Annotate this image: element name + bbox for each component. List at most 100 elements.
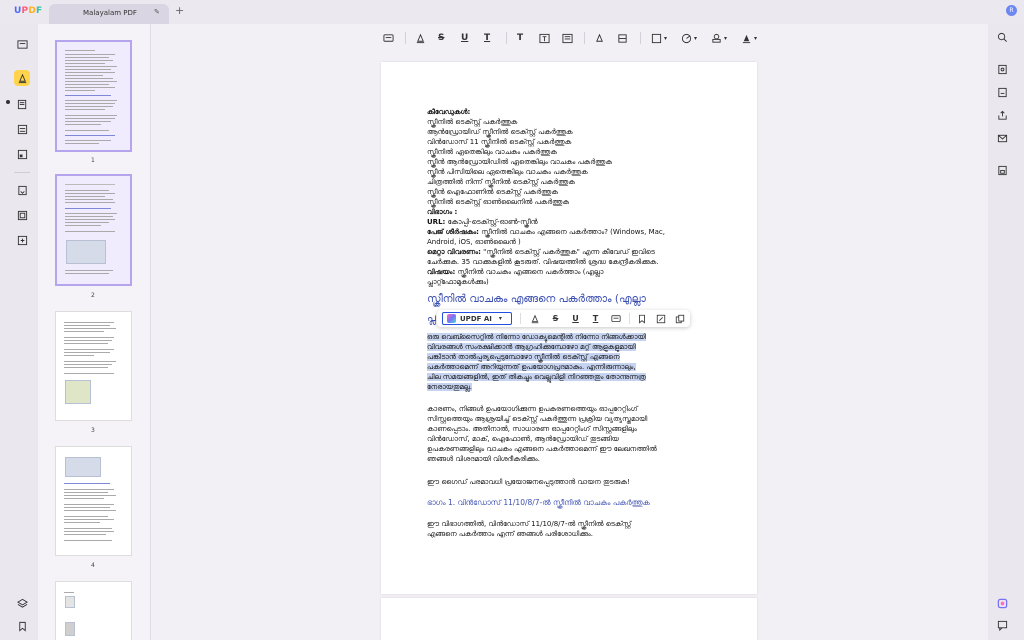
doc-line: വിൻഡോസ് 11 സ്ക്രീനിൽ ടെക്സ്റ്റ് പകർത്തുക [427,138,572,146]
doc-line: പേജ് ശീർഷകം: സ്ക്രീനിൽ വാചകം എങ്ങനെ പകർത… [427,228,665,236]
organize-pages-icon[interactable] [14,146,30,162]
text-callout-icon[interactable] [562,31,573,45]
pencil-icon[interactable] [594,31,605,45]
section-heading: സ്ക്രീനിൽ വാചകം എങ്ങനെ പകർത്താം (എല്ലാ [427,293,646,305]
search-icon[interactable] [995,30,1009,44]
ai-assistant-icon[interactable] [995,596,1009,610]
page-thumbnail[interactable] [55,311,132,421]
toolbar-divider [405,32,406,44]
selected-text-line[interactable]: ഒരു വെബ്സൈറ്റിൽ നിന്നോ ഡോക്യുമെന്റിൽ നിന… [427,332,646,342]
highlight-icon[interactable] [415,31,426,45]
section-subheading: ഭാഗം 1. വിൻഡോസ് 11/10/8/7-ൽ സ്ക്രീനിൽ വാ… [427,498,650,507]
link-icon[interactable] [655,313,666,324]
underline-icon[interactable]: U [570,313,581,324]
selected-text-line[interactable]: വിവരങ്ങൾ സംരക്ഷിക്കാൻ ആഗ്രഹിക്കുമ്പോഴോ മ… [427,342,636,352]
updf-ai-button[interactable]: UPDF AI ▾ [442,312,512,325]
doc-line: കീവേഡുകൾ: [427,108,471,116]
stamp-icon[interactable]: ▾ [711,31,727,45]
layers-icon[interactable] [14,595,30,611]
shape-icon[interactable]: ▾ [651,31,667,45]
left-tool-rail [0,24,38,640]
ai-button-label: UPDF AI [460,314,492,323]
page-thumbnail[interactable] [55,581,132,640]
doc-line: ഞങ്ങൾ വിശദമായി വിശദീകരിക്കും. [427,455,540,463]
compress-icon[interactable] [14,232,30,248]
text-icon[interactable]: T [517,31,523,45]
eraser-icon[interactable] [617,31,628,45]
doc-line: സ്ക്രീൻ ആൻഡ്രോയിഡിൽ ഏതെങ്കിലും വാചകം പകർ… [427,158,613,166]
selected-text-line[interactable]: പകർത്താമെന്ന് അറിയുന്നത് ഉപയോഗപ്രദമാകും.… [427,362,636,372]
bookmark-icon[interactable] [14,618,30,634]
mail-icon[interactable] [995,131,1009,145]
doc-line: ആൻഡ്രോയിഡ് സ്ക്രീനിൽ ടെക്സ്റ്റ് പകർത്തുക [427,128,573,136]
doc-line: ഉപകരണങ്ങളിലും വാചകം എങ്ങനെ പകർത്താമെന്ന്… [427,445,657,453]
selection-toolbar: UPDF AI ▾ S U T [437,310,690,327]
doc-line: സിസ്റ്റത്തെയും ആശ്രയിച്ച് ടെക്സ്റ്റ് പകർ… [427,415,648,423]
toolbar-divider [584,32,585,44]
comment-icon[interactable] [610,313,621,324]
chat-icon[interactable] [995,618,1009,632]
ocr-document-icon[interactable] [995,62,1009,76]
convert-icon[interactable] [14,182,30,198]
toolbar-divider [506,32,507,44]
doc-line: സ്ക്രീൻ പിസിയിലെ ഏതെങ്കിലും വാചകം പകർത്ത… [427,168,588,176]
new-tab-button[interactable]: + [175,5,184,16]
page-thumbnail[interactable] [55,174,132,286]
chevron-down-icon: ▾ [498,315,502,322]
thumbnail-page-number: 4 [91,562,95,569]
comment-icon[interactable] [383,31,394,45]
sticker-icon[interactable]: ▾ [681,31,697,45]
toolbar-divider [640,32,641,44]
thumbnail-page-number: 2 [91,292,95,299]
selected-text-line[interactable]: നേരായതുമല്ല. [427,382,472,392]
doc-line: പ്ലാറ്റ്ഫോമുകൾക്കും) [427,278,489,286]
section-heading-cont: പ്ല [427,312,436,324]
document-tab[interactable]: Malayalam PDF ✎ [49,4,169,24]
strikethrough-icon[interactable]: S [550,313,561,324]
active-indicator [6,100,10,104]
strikethrough-icon[interactable]: S [438,31,444,45]
doc-line: സ്ക്രീനിൽ ഏതെങ്കിലും വാചകം പകർത്തുക [427,148,557,156]
page-thumbnail[interactable] [55,40,132,152]
copy-icon[interactable] [674,313,685,324]
doc-line: സ്ക്രീനിൽ ടെക്സ്റ്റ് പകർത്തുക [427,118,518,126]
doc-line: വിഭാഗം : [427,208,458,216]
doc-line: കാണപ്പെടാം. അതിനാൽ, സാധാരണ ഓപ്പറേറ്റിംഗ്… [427,425,637,433]
selected-text-line[interactable]: ചില സമയങ്ങളിൽ, ഇത് തികച്ചും വെല്ലുവിളി ന… [427,372,646,382]
save-icon[interactable] [995,163,1009,177]
doc-line: സ്ക്രീൻ ഐഫോണിൽ ടെക്സ്റ്റ് പകർത്തുക [427,188,558,196]
ocr-icon[interactable] [14,207,30,223]
doc-line: ചേർക്കുക. 35 വാക്കുകളിൽ കൂടരുത്. വിഷയത്ത… [427,258,659,266]
doc-line: മെറ്റാ വിവരണം: "സ്ക്രീനിൽ ടെക്സ്റ്റ് പകർ… [427,248,655,256]
thumbnail-panel: 1 2 3 4 [38,24,151,640]
doc-line: ചിത്രത്തിൽ നിന്ന് സ്ക്രീനിൽ ടെക്സ്റ്റ് പ… [427,178,575,186]
underline-icon[interactable]: U [461,31,468,45]
toolbar-divider [520,313,521,324]
comment-tool-icon[interactable] [14,70,30,86]
textbox-icon[interactable] [539,31,550,45]
share-icon[interactable] [995,108,1009,122]
edit-pdf-icon[interactable] [14,96,30,112]
squiggly-icon[interactable]: T [484,31,490,45]
avatar[interactable]: R [1006,5,1017,16]
selected-text-line[interactable]: പങ്കിടാൻ താൽപ്പര്യപ്പെടുമ്പോഴോ സ്ക്രീനിൽ… [427,352,620,362]
pdf-page: കീവേഡുകൾ: സ്ക്രീനിൽ ടെക്സ്റ്റ് പകർത്തുക … [381,62,757,594]
doc-line: വിഷയം: സ്ക്രീനിൽ വാചകം എങ്ങനെ പകർത്താം (… [427,268,604,276]
highlight-icon[interactable] [529,313,540,324]
doc-line: URL: കോപ്പി-ടെക്സ്റ്റ്-ഓൺ-സ്ക്രീൻ [427,218,538,226]
thumbnail-page-number: 3 [91,427,95,434]
pdf-page [381,598,757,640]
rail-divider [14,172,30,173]
rename-tab-icon[interactable]: ✎ [154,8,160,16]
doc-line: സ്ക്രീനിൽ ടെക്സ്റ്റ് ഓൺലൈനിൽ പകർത്തുക [427,198,570,206]
bookmark-icon[interactable] [636,313,647,324]
page-thumbnail[interactable] [55,446,132,556]
tab-title: Malayalam PDF [83,9,137,17]
reader-mode-icon[interactable] [14,36,30,52]
squiggly-icon[interactable]: T [590,313,601,324]
export-pdf-icon[interactable] [995,85,1009,99]
doc-line: കാരണം, നിങ്ങൾ ഉപയോഗിക്കുന്ന ഉപകരണത്തെയും… [427,405,638,413]
document-area: S U T T ▾ ▾ ▾ ▾ കീവേഡുകൾ: സ്ക്രീനിൽ ടെക്… [151,24,988,640]
form-tool-icon[interactable] [14,121,30,137]
signature-icon[interactable]: ▾ [741,31,757,45]
